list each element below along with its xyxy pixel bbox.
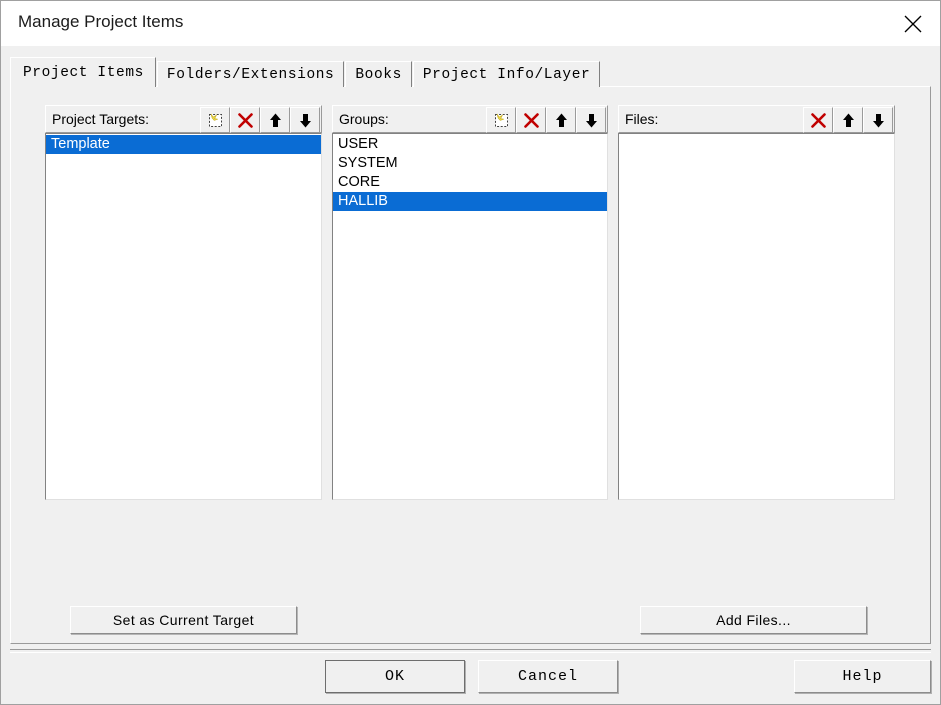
tab-label: Folders/Extensions bbox=[166, 66, 335, 83]
project-targets-toolbar bbox=[200, 107, 320, 133]
list-item[interactable]: Template bbox=[46, 135, 321, 154]
groups-section: Groups: USER SYSTEM CORE HALLIB bbox=[331, 105, 609, 501]
tab-folders-extensions[interactable]: Folders/Extensions bbox=[156, 61, 345, 87]
project-targets-section: Project Targets: Template bbox=[44, 105, 323, 501]
set-as-current-target-button[interactable]: Set as Current Target bbox=[70, 606, 297, 634]
ok-label: OK bbox=[384, 668, 405, 685]
move-up-icon[interactable] bbox=[260, 107, 290, 133]
tab-project-info-layer[interactable]: Project Info/Layer bbox=[412, 61, 601, 87]
tab-books[interactable]: Books bbox=[345, 61, 412, 87]
delete-icon[interactable] bbox=[516, 107, 546, 133]
window-title: Manage Project Items bbox=[18, 12, 184, 31]
groups-toolbar bbox=[486, 107, 606, 133]
tab-label: Project Items bbox=[23, 64, 144, 81]
add-files-button[interactable]: Add Files... bbox=[640, 606, 867, 634]
groups-label: Groups: bbox=[339, 111, 389, 127]
list-item[interactable]: HALLIB bbox=[333, 192, 607, 211]
move-up-icon[interactable] bbox=[546, 107, 576, 133]
tab-strip: Project Items Folders/Extensions Books P… bbox=[10, 57, 601, 87]
bottom-separator bbox=[10, 649, 931, 653]
tab-label: Project Info/Layer bbox=[422, 66, 591, 83]
move-down-icon[interactable] bbox=[290, 107, 320, 133]
move-down-icon[interactable] bbox=[576, 107, 606, 133]
list-item[interactable]: CORE bbox=[333, 173, 607, 192]
help-button[interactable]: Help bbox=[794, 660, 931, 693]
tab-project-items[interactable]: Project Items bbox=[10, 57, 156, 87]
files-toolbar bbox=[803, 107, 893, 133]
add-files-label: Add Files... bbox=[716, 612, 791, 628]
delete-icon[interactable] bbox=[230, 107, 260, 133]
new-item-icon[interactable] bbox=[200, 107, 230, 133]
cancel-button[interactable]: Cancel bbox=[478, 660, 618, 693]
files-section: Files: bbox=[617, 105, 896, 501]
move-down-icon[interactable] bbox=[863, 107, 893, 133]
files-listbox[interactable] bbox=[617, 132, 896, 501]
files-header: Files: bbox=[618, 105, 895, 133]
project-targets-label: Project Targets: bbox=[52, 111, 150, 127]
list-item[interactable]: USER bbox=[333, 135, 607, 154]
dialog-window: Manage Project Items Project Items Folde… bbox=[0, 0, 941, 705]
close-icon[interactable] bbox=[885, 1, 940, 46]
ok-button[interactable]: OK bbox=[325, 660, 465, 693]
set-as-current-target-label: Set as Current Target bbox=[112, 612, 255, 628]
dialog-client-area: Project Items Folders/Extensions Books P… bbox=[1, 46, 940, 704]
move-up-icon[interactable] bbox=[833, 107, 863, 133]
project-targets-listbox[interactable]: Template bbox=[44, 132, 323, 501]
groups-header: Groups: bbox=[332, 105, 608, 133]
new-item-icon[interactable] bbox=[486, 107, 516, 133]
groups-listbox[interactable]: USER SYSTEM CORE HALLIB bbox=[331, 132, 609, 501]
title-bar: Manage Project Items bbox=[1, 1, 940, 46]
cancel-label: Cancel bbox=[517, 668, 578, 685]
project-targets-header: Project Targets: bbox=[45, 105, 322, 133]
files-label: Files: bbox=[625, 111, 659, 127]
list-item[interactable]: SYSTEM bbox=[333, 154, 607, 173]
help-label: Help bbox=[842, 668, 883, 685]
delete-icon[interactable] bbox=[803, 107, 833, 133]
tab-label: Books bbox=[355, 66, 402, 83]
